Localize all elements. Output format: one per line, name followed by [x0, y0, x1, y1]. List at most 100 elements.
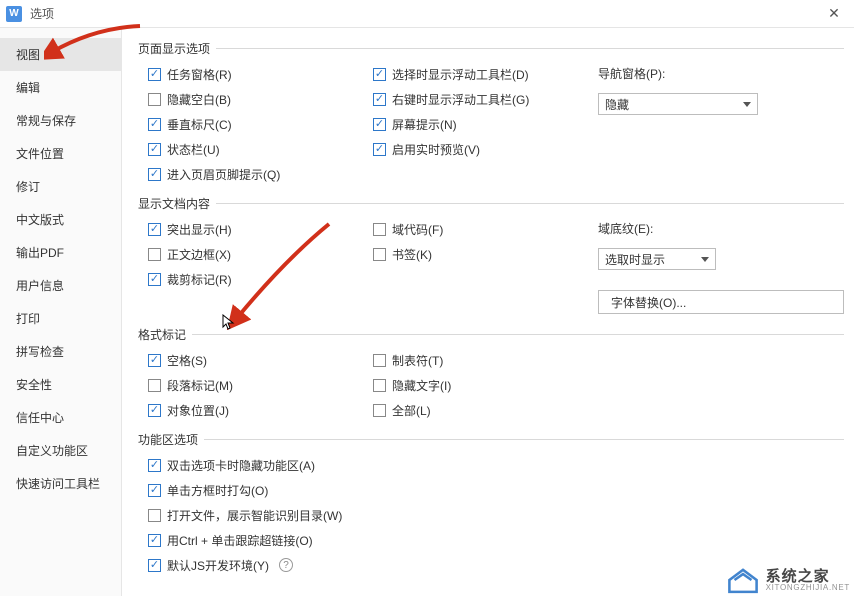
checkbox-box: [148, 459, 161, 472]
checkbox-option[interactable]: 制表符(T): [373, 351, 598, 369]
window-title: 选项: [30, 5, 54, 22]
nav-pane-select[interactable]: 隐藏: [598, 93, 758, 115]
checkbox-box: [373, 93, 386, 106]
checkbox-option[interactable]: 选择时显示浮动工具栏(D): [373, 65, 598, 83]
content-panel: 页面显示选项 任务窗格(R) 隐藏空白(B) 垂直标尺(C) 状态栏(U) 进入页眉页脚…: [122, 28, 854, 596]
checkbox-box: [373, 143, 386, 156]
checkbox-box: [373, 248, 386, 261]
checkbox-box: [148, 484, 161, 497]
checkbox-box: [373, 379, 386, 392]
checkbox-option[interactable]: 单击方框时打勾(O): [148, 481, 844, 499]
checkbox-label: 选择时显示浮动工具栏(D): [392, 66, 529, 83]
sidebar-item-5[interactable]: 中文版式: [0, 203, 121, 236]
checkbox-label: 屏幕提示(N): [392, 116, 457, 133]
sidebar-item-12[interactable]: 自定义功能区: [0, 434, 121, 467]
checkbox-option[interactable]: 进入页眉页脚提示(Q): [148, 165, 373, 183]
sidebar-item-2[interactable]: 常规与保存: [0, 104, 121, 137]
sidebar-item-7[interactable]: 用户信息: [0, 269, 121, 302]
group-ribbon-options: 功能区选项 双击选项卡时隐藏功能区(A) 单击方框时打勾(O) 打开文件，展示智能识…: [138, 431, 844, 574]
app-icon: W: [6, 6, 22, 22]
checkbox-option[interactable]: 任务窗格(R): [148, 65, 373, 83]
checkbox-label: 对象位置(J): [167, 402, 229, 419]
checkbox-box: [373, 68, 386, 81]
checkbox-box: [148, 143, 161, 156]
checkbox-option[interactable]: 垂直标尺(C): [148, 115, 373, 133]
group-legend: 显示文档内容: [138, 195, 216, 212]
checkbox-box: [148, 118, 161, 131]
checkbox-label: 域代码(F): [392, 221, 443, 238]
checkbox-label: 单击方框时打勾(O): [167, 482, 268, 499]
checkbox-box: [148, 68, 161, 81]
font-substitute-button[interactable]: 字体替换(O)...: [598, 290, 844, 314]
sidebar-item-10[interactable]: 安全性: [0, 368, 121, 401]
checkbox-option[interactable]: 屏幕提示(N): [373, 115, 598, 133]
field-shade-select[interactable]: 选取时显示: [598, 248, 716, 270]
checkbox-label: 打开文件，展示智能识别目录(W): [167, 507, 342, 524]
checkbox-box: [373, 118, 386, 131]
sidebar: 视图编辑常规与保存文件位置修订中文版式输出PDF用户信息打印拼写检查安全性信任中…: [0, 28, 122, 596]
checkbox-box: [148, 168, 161, 181]
checkbox-option[interactable]: 突出显示(H): [148, 220, 373, 238]
checkbox-label: 双击选项卡时隐藏功能区(A): [167, 457, 315, 474]
checkbox-option[interactable]: 双击选项卡时隐藏功能区(A): [148, 456, 844, 474]
checkbox-box: [148, 534, 161, 547]
checkbox-box: [373, 404, 386, 417]
checkbox-option[interactable]: 启用实时预览(V): [373, 140, 598, 158]
checkbox-option[interactable]: 隐藏空白(B): [148, 90, 373, 108]
checkbox-label: 状态栏(U): [167, 141, 220, 158]
checkbox-option[interactable]: 用Ctrl + 单击跟踪超链接(O): [148, 531, 844, 549]
sidebar-item-13[interactable]: 快速访问工具栏: [0, 467, 121, 500]
checkbox-option[interactable]: 段落标记(M): [148, 376, 373, 394]
checkbox-label: 右键时显示浮动工具栏(G): [392, 91, 529, 108]
group-legend: 功能区选项: [138, 431, 204, 448]
checkbox-box: [373, 354, 386, 367]
checkbox-label: 段落标记(M): [167, 377, 233, 394]
checkbox-label: 垂直标尺(C): [167, 116, 232, 133]
nav-pane-label: 导航窗格(P):: [598, 65, 844, 82]
checkbox-box: [148, 354, 161, 367]
sidebar-item-3[interactable]: 文件位置: [0, 137, 121, 170]
checkbox-label: 启用实时预览(V): [392, 141, 480, 158]
checkbox-box: [373, 223, 386, 236]
sidebar-item-9[interactable]: 拼写检查: [0, 335, 121, 368]
sidebar-item-0[interactable]: 视图: [0, 38, 121, 71]
checkbox-label: 正文边框(X): [167, 246, 231, 263]
checkbox-label: 进入页眉页脚提示(Q): [167, 166, 280, 183]
checkbox-option[interactable]: 空格(S): [148, 351, 373, 369]
checkbox-option[interactable]: 右键时显示浮动工具栏(G): [373, 90, 598, 108]
group-format-marks: 格式标记 空格(S)段落标记(M)对象位置(J) 制表符(T)隐藏文字(I)全部…: [138, 326, 844, 419]
checkbox-option[interactable]: 对象位置(J): [148, 401, 373, 419]
sidebar-item-1[interactable]: 编辑: [0, 71, 121, 104]
checkbox-box: [148, 509, 161, 522]
checkbox-option[interactable]: 裁剪标记(R): [148, 270, 373, 288]
checkbox-option[interactable]: 全部(L): [373, 401, 598, 419]
checkbox-option[interactable]: 隐藏文字(I): [373, 376, 598, 394]
checkbox-label: 突出显示(H): [167, 221, 232, 238]
info-icon[interactable]: ?: [279, 558, 293, 572]
checkbox-box: [148, 223, 161, 236]
checkbox-label: 隐藏文字(I): [392, 377, 451, 394]
checkbox-label: 全部(L): [392, 402, 431, 419]
nav-pane-value: 隐藏: [605, 96, 629, 113]
checkbox-option[interactable]: 正文边框(X): [148, 245, 373, 263]
checkbox-box: [148, 93, 161, 106]
close-button[interactable]: ✕: [820, 4, 848, 24]
group-legend: 页面显示选项: [138, 40, 216, 57]
checkbox-label: 默认JS开发环境(Y): [167, 557, 269, 574]
checkbox-option[interactable]: 打开文件，展示智能识别目录(W): [148, 506, 844, 524]
sidebar-item-6[interactable]: 输出PDF: [0, 236, 121, 269]
checkbox-option[interactable]: 书签(K): [373, 245, 598, 263]
checkbox-option[interactable]: 默认JS开发环境(Y)?: [148, 556, 844, 574]
checkbox-label: 制表符(T): [392, 352, 443, 369]
sidebar-item-11[interactable]: 信任中心: [0, 401, 121, 434]
checkbox-option[interactable]: 域代码(F): [373, 220, 598, 238]
group-doc-content: 显示文档内容 突出显示(H) 正文边框(X) 裁剪标记(R) 域代码(F) 书签(K)…: [138, 195, 844, 314]
checkbox-box: [148, 273, 161, 286]
sidebar-item-8[interactable]: 打印: [0, 302, 121, 335]
chevron-down-icon: [701, 257, 709, 262]
checkbox-label: 用Ctrl + 单击跟踪超链接(O): [167, 532, 313, 549]
checkbox-label: 空格(S): [167, 352, 207, 369]
checkbox-option[interactable]: 状态栏(U): [148, 140, 373, 158]
sidebar-item-4[interactable]: 修订: [0, 170, 121, 203]
checkbox-label: 任务窗格(R): [167, 66, 232, 83]
